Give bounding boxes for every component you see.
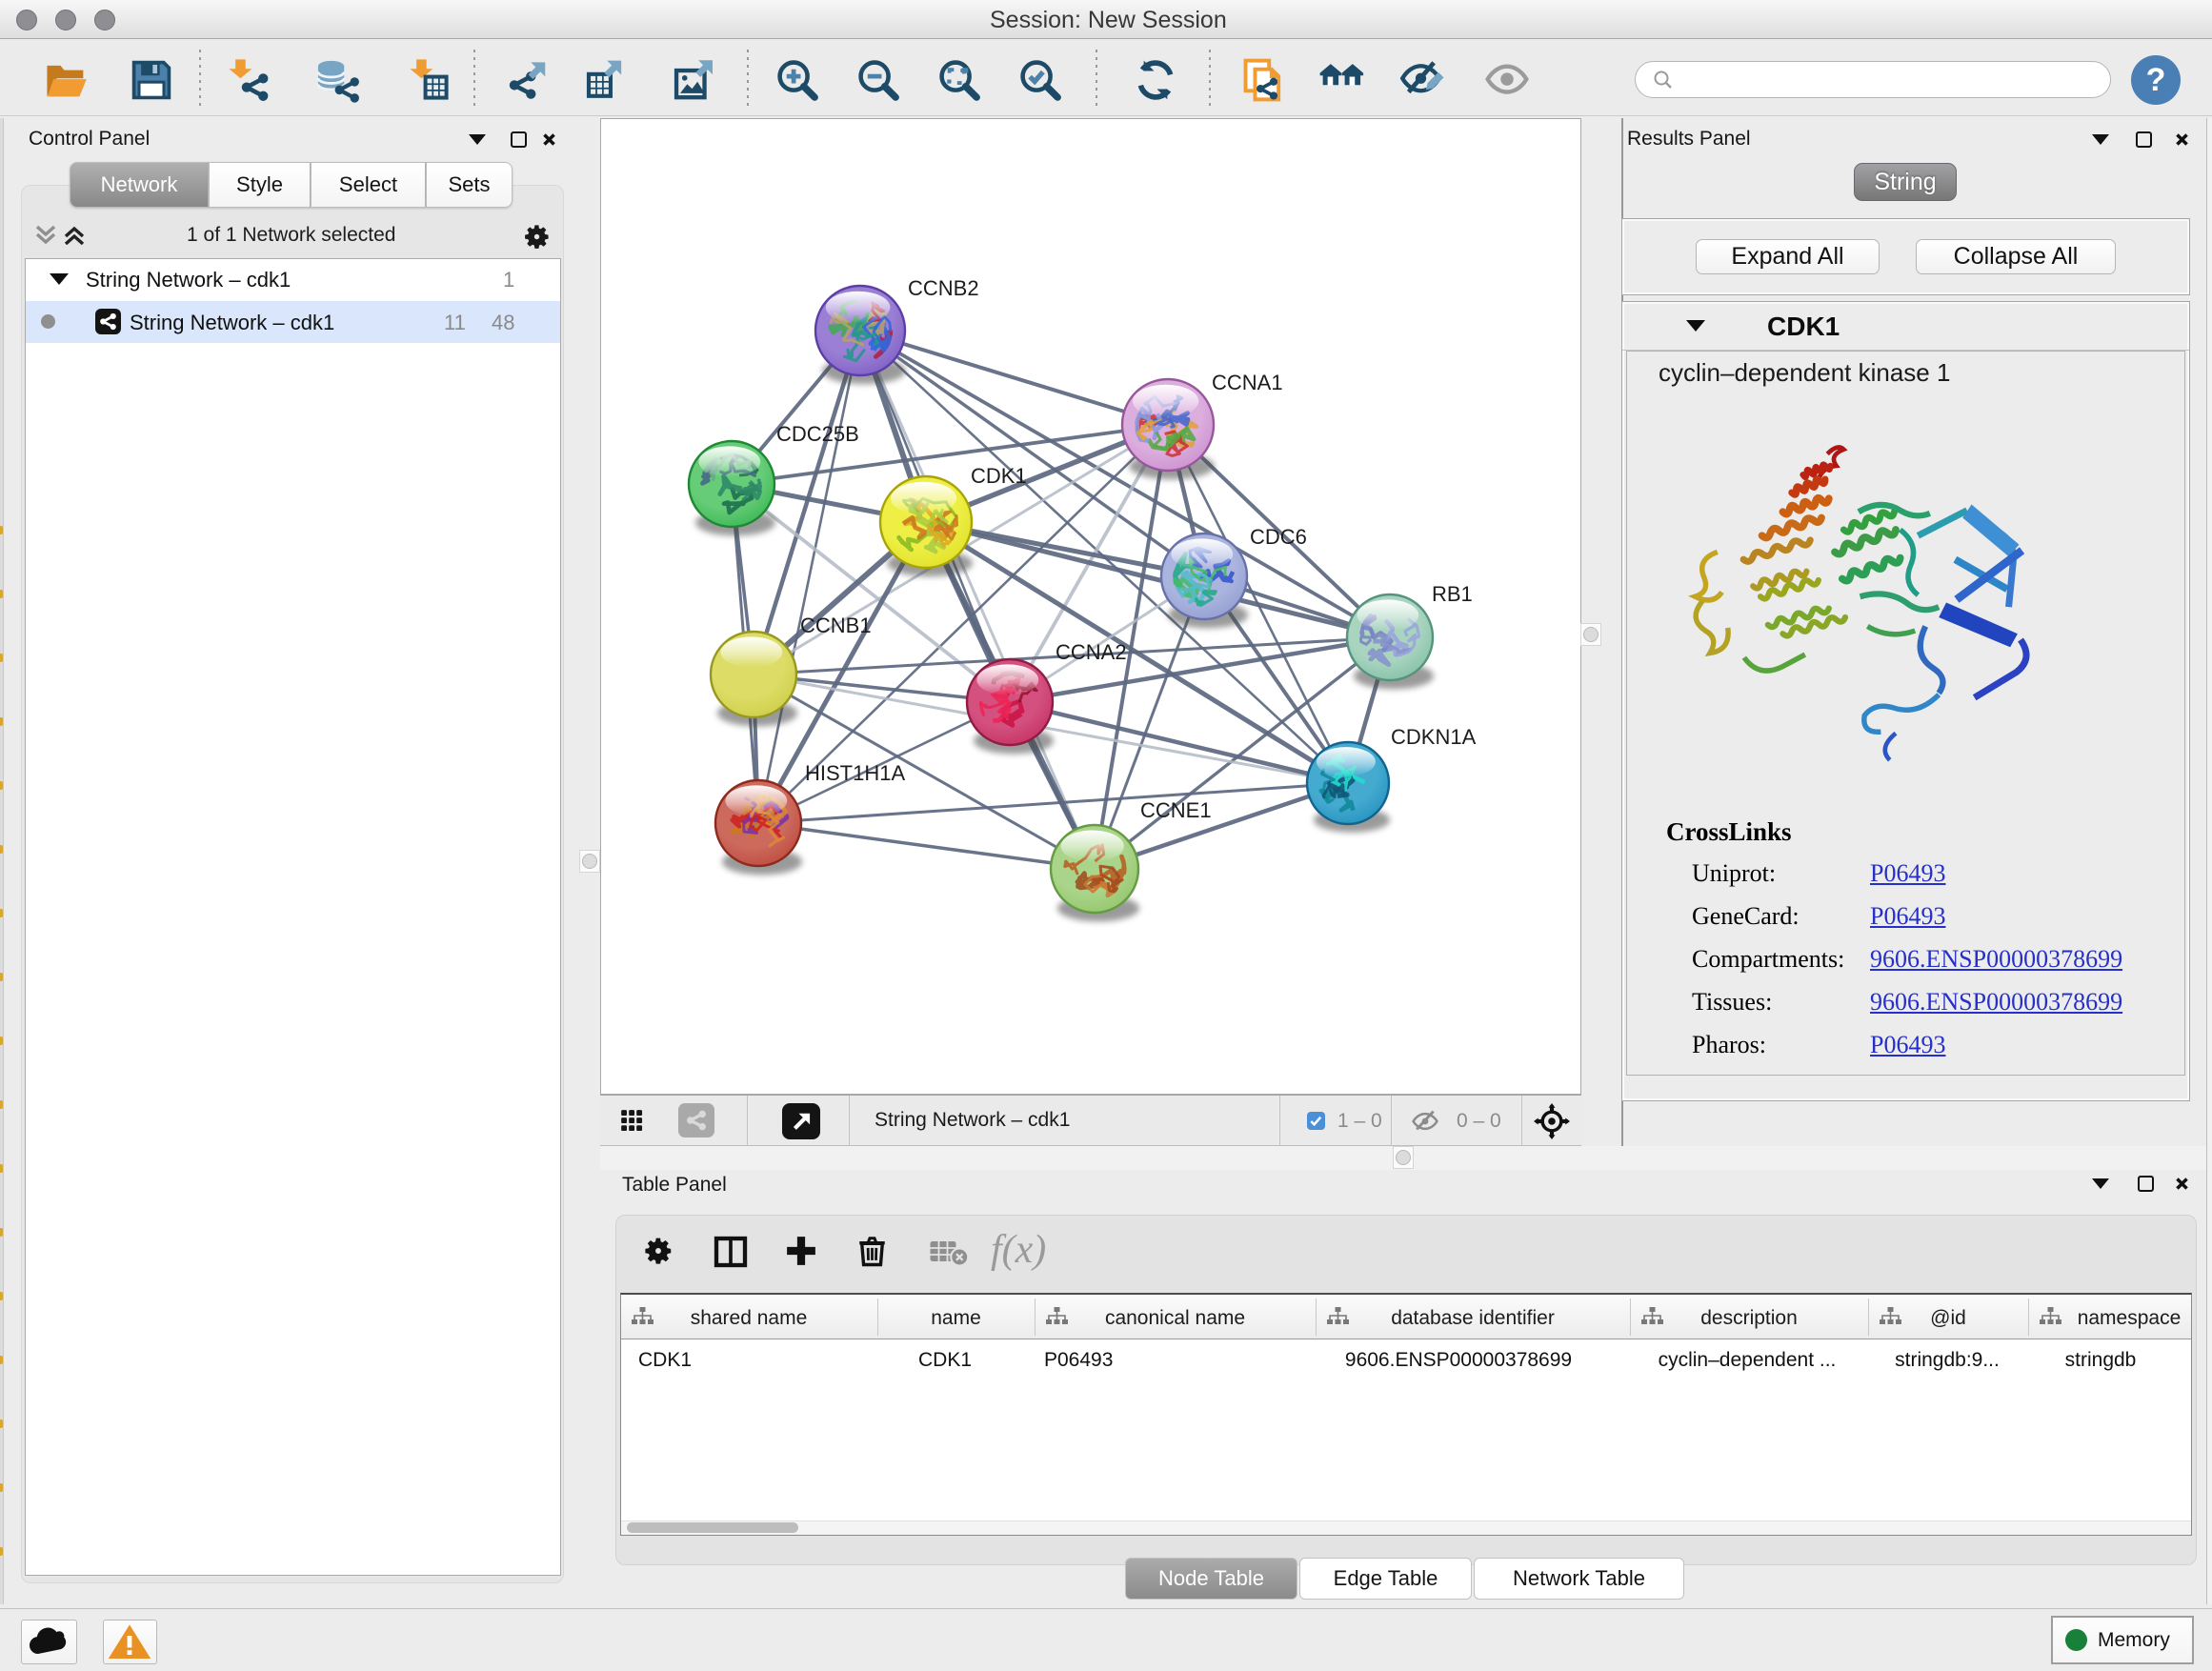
svg-text:CCNE1: CCNE1 xyxy=(1140,798,1212,822)
svg-text:CDKN1A: CDKN1A xyxy=(1391,725,1477,749)
svg-text:CCNA2: CCNA2 xyxy=(1056,640,1127,664)
svg-text:CCNA1: CCNA1 xyxy=(1212,371,1283,394)
svg-text:CCNB2: CCNB2 xyxy=(908,276,979,300)
svg-text:CDC6: CDC6 xyxy=(1250,525,1307,549)
svg-text:RB1: RB1 xyxy=(1432,582,1473,606)
svg-text:CDC25B: CDC25B xyxy=(776,422,859,446)
svg-text:CDK1: CDK1 xyxy=(971,464,1027,488)
svg-text:HIST1H1A: HIST1H1A xyxy=(805,761,905,785)
svg-text:CCNB1: CCNB1 xyxy=(800,614,872,637)
